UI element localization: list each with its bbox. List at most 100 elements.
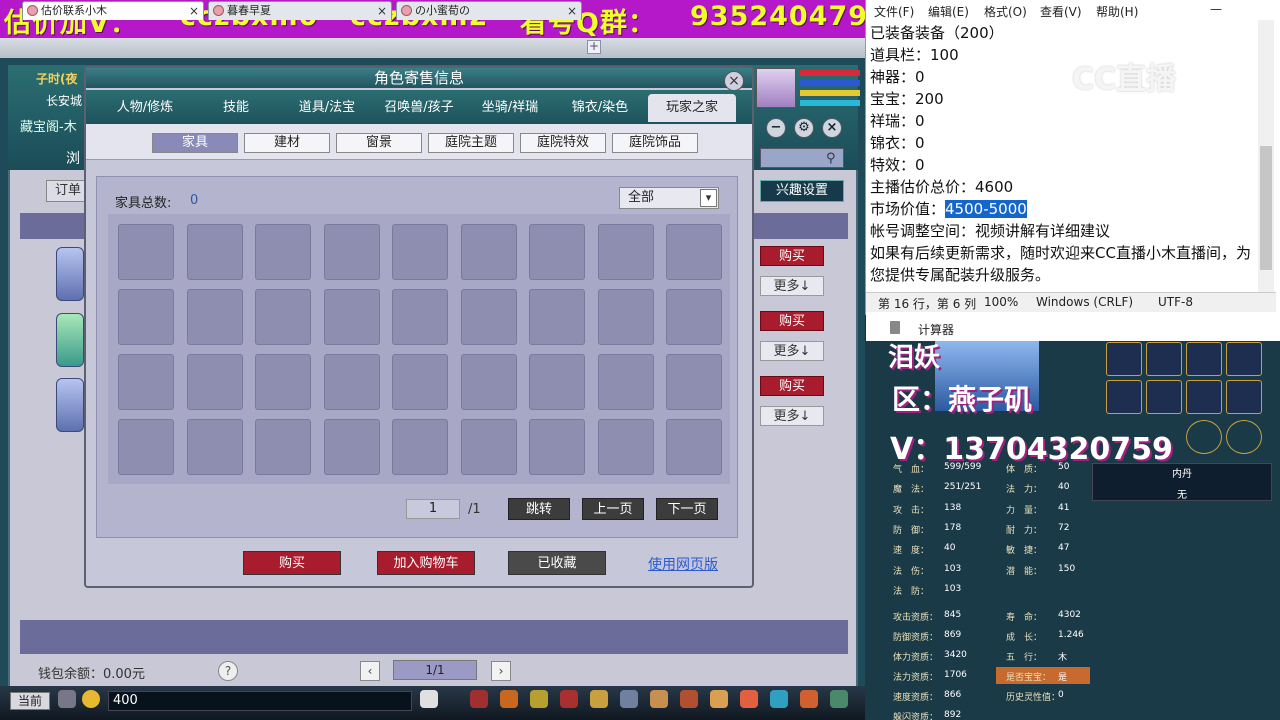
more-button[interactable]: 更多↓ (760, 276, 824, 296)
tab-pets[interactable]: 召唤兽/孩子 (372, 94, 466, 122)
furniture-slot[interactable] (529, 224, 585, 280)
furniture-slot[interactable] (118, 419, 174, 475)
subtab-courtyard-effect[interactable]: 庭院特效 (520, 133, 606, 153)
subtab-building-materials[interactable]: 建材 (244, 133, 330, 153)
furniture-slot[interactable] (597, 224, 654, 280)
skill-icon[interactable] (560, 690, 578, 708)
furniture-slot[interactable] (666, 354, 722, 410)
browse-label[interactable]: 浏 (66, 148, 80, 168)
furniture-slot[interactable] (186, 354, 243, 410)
close-icon[interactable]: × (822, 118, 842, 138)
emoji-icon[interactable] (82, 690, 100, 708)
menu-file[interactable]: 文件(F) (874, 3, 914, 20)
close-icon[interactable]: × (724, 71, 744, 91)
furniture-slot[interactable] (118, 354, 174, 410)
tab-items[interactable]: 道具/法宝 (284, 94, 370, 122)
furniture-slot[interactable] (323, 354, 380, 410)
more-button[interactable]: 更多↓ (760, 406, 824, 426)
skill-icon[interactable] (1146, 380, 1182, 414)
chevron-down-icon[interactable]: ▾ (700, 189, 717, 207)
tab-mounts[interactable]: 坐骑/祥瑞 (468, 94, 552, 122)
furniture-slot[interactable] (392, 419, 448, 475)
furniture-slot[interactable] (460, 419, 517, 475)
close-icon[interactable]: × (567, 2, 577, 20)
page-input[interactable]: 1 (406, 499, 460, 519)
gear-icon[interactable]: ⚙ (794, 118, 814, 138)
furniture-slot[interactable] (597, 354, 654, 410)
buy-button[interactable]: 购买 (760, 376, 824, 396)
friends-icon[interactable] (530, 690, 548, 708)
skill-icon[interactable] (1146, 342, 1182, 376)
furniture-slot[interactable] (255, 224, 311, 280)
menu-edit[interactable]: 编辑(E) (928, 3, 969, 20)
buy-button[interactable]: 购买 (760, 246, 824, 266)
help-icon[interactable]: ? (218, 661, 238, 681)
subtab-furniture[interactable]: 家具 (152, 133, 238, 153)
pet-icon[interactable] (680, 690, 698, 708)
scrollbar-thumb[interactable] (1260, 146, 1272, 270)
furniture-slot[interactable] (460, 354, 517, 410)
skill-icon[interactable] (1106, 342, 1142, 376)
chat-channel-button[interactable]: 当前 (10, 692, 50, 710)
notepad-text[interactable]: 已装备装备（200） 道具栏：100 神器：0 宝宝：200 祥瑞：0 锦衣：0 特效：0 主… (870, 22, 1254, 286)
furniture-slot[interactable] (392, 354, 448, 410)
skill-icon[interactable] (1226, 380, 1262, 414)
menu-view[interactable]: 查看(V) (1040, 3, 1082, 20)
search-icon[interactable]: ⚲ (826, 151, 836, 166)
new-tab-button[interactable]: + (587, 40, 601, 54)
skill-icon[interactable] (1106, 380, 1142, 414)
buy-button[interactable]: 购买 (760, 311, 824, 331)
furniture-slot[interactable] (460, 224, 517, 280)
skill-icon[interactable] (1186, 380, 1222, 414)
furniture-slot[interactable] (460, 289, 517, 345)
furniture-slot[interactable] (666, 419, 722, 475)
ranking-icon[interactable] (710, 690, 728, 708)
next-page-icon[interactable]: › (491, 661, 511, 681)
furniture-slot[interactable] (186, 224, 243, 280)
microphone-icon[interactable] (58, 690, 76, 708)
subtab-courtyard-theme[interactable]: 庭院主题 (428, 133, 514, 153)
prev-page-icon[interactable]: ‹ (360, 661, 380, 681)
furniture-slot[interactable] (255, 354, 311, 410)
settings-icon[interactable] (830, 690, 848, 708)
tab-player-home[interactable]: 玩家之家 (648, 94, 736, 122)
skill-icon[interactable] (1186, 342, 1222, 376)
jump-button[interactable]: 跳转 (508, 498, 570, 520)
add-to-cart-button[interactable]: 加入购物车 (377, 551, 475, 575)
shop-icon[interactable] (650, 690, 668, 708)
subtab-courtyard-decor[interactable]: 庭院饰品 (612, 133, 698, 153)
menu-format[interactable]: 格式(O) (984, 3, 1027, 20)
furniture-slot[interactable] (118, 289, 174, 345)
interest-settings-button[interactable]: 兴趣设置 (760, 180, 844, 202)
team-icon[interactable] (500, 690, 518, 708)
furniture-slot[interactable] (118, 224, 174, 280)
item-icon[interactable] (470, 690, 488, 708)
tab-outfits[interactable]: 锦衣/染色 (556, 94, 644, 122)
furniture-slot[interactable] (323, 289, 380, 345)
more-button[interactable]: 更多↓ (760, 341, 824, 361)
use-web-version-link[interactable]: 使用网页版 (648, 554, 718, 574)
close-icon[interactable]: × (377, 2, 387, 20)
tab-character[interactable]: 人物/修炼 (100, 94, 190, 122)
minimize-icon[interactable]: — (1210, 2, 1222, 16)
browser-tab-2[interactable]: 暮春早夏 × (208, 1, 392, 20)
tab-skills[interactable]: 技能 (196, 94, 276, 122)
furniture-slot[interactable] (255, 289, 311, 345)
favorited-button[interactable]: 已收藏 (508, 551, 606, 575)
furniture-slot[interactable] (323, 224, 380, 280)
activity-icon[interactable] (740, 690, 758, 708)
furniture-slot[interactable] (529, 289, 585, 345)
prev-page-button[interactable]: 上一页 (582, 498, 644, 520)
system-icon[interactable] (770, 690, 788, 708)
buy-button[interactable]: 购买 (243, 551, 341, 575)
furniture-slot[interactable] (529, 354, 585, 410)
furniture-slot[interactable] (666, 224, 722, 280)
close-icon[interactable]: × (189, 2, 199, 20)
next-page-button[interactable]: 下一页 (656, 498, 718, 520)
browser-tab-1[interactable]: 估价联系小木 × (22, 1, 204, 20)
furniture-slot[interactable] (186, 419, 243, 475)
furniture-slot[interactable] (255, 419, 311, 475)
mail-icon[interactable] (420, 690, 438, 708)
browser-tab-3[interactable]: の小蜜荀の × (396, 1, 582, 20)
furniture-slot[interactable] (597, 419, 654, 475)
